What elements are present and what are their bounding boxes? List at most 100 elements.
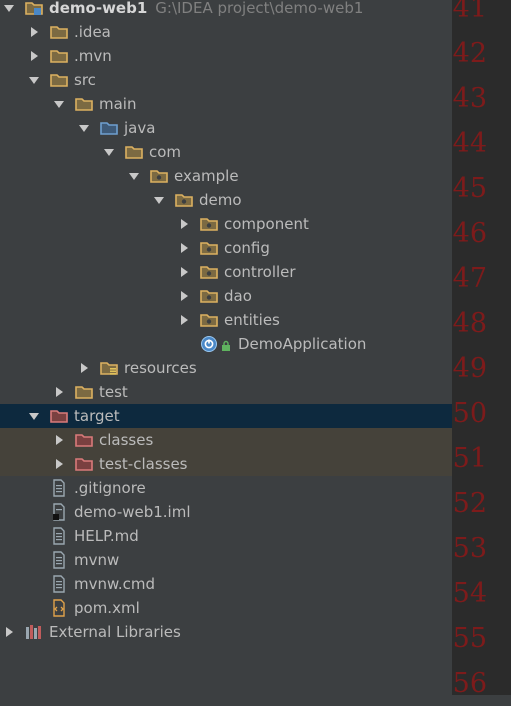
text-file-icon (50, 479, 68, 497)
line-number: 55 (452, 623, 487, 654)
expand-arrow-icon[interactable] (126, 164, 142, 188)
tree-row[interactable]: src (0, 68, 452, 92)
arrow-spacer (26, 572, 42, 596)
arrow-spacer (26, 500, 42, 524)
project-path: G:\IDEA project\demo-web1 (155, 0, 364, 17)
collapse-arrow-icon[interactable] (176, 212, 192, 236)
line-number: 47 (452, 263, 487, 294)
tree-row[interactable]: classes (0, 428, 452, 452)
collapse-arrow-icon[interactable] (176, 308, 192, 332)
expand-arrow-icon[interactable] (51, 92, 67, 116)
tree-row[interactable]: com (0, 140, 452, 164)
arrow-spacer (176, 332, 192, 356)
text-file-icon (50, 551, 68, 569)
editor-gutter: 41 42 43 44 45 46 47 48 49 50 51 52 53 54 55 56 (452, 0, 511, 699)
tree-item-label: demo-web1 (49, 0, 148, 17)
folder-icon (125, 143, 143, 161)
collapse-arrow-icon[interactable] (26, 44, 42, 68)
tree-item-label: main (99, 95, 137, 113)
tree-row[interactable]: .gitignore (0, 476, 452, 500)
collapse-arrow-icon[interactable] (51, 428, 67, 452)
tree-row[interactable]: mvnw (0, 548, 452, 572)
source-folder-icon (100, 119, 118, 137)
tree-row[interactable]: component (0, 212, 452, 236)
tree-row[interactable]: test-classes (0, 452, 452, 476)
expand-arrow-icon[interactable] (1, 0, 17, 20)
xml-file-icon (50, 599, 68, 617)
tree-row[interactable]: DemoApplication (0, 332, 452, 356)
collapse-arrow-icon[interactable] (176, 284, 192, 308)
tree-item-label: controller (224, 263, 296, 281)
tree-item-label: config (224, 239, 270, 257)
tree-row[interactable]: .mvn (0, 44, 452, 68)
folder-icon (75, 95, 93, 113)
tree-item-label: target (74, 407, 120, 425)
text-file-icon (50, 575, 68, 593)
folder-icon (75, 383, 93, 401)
expand-arrow-icon[interactable] (26, 68, 42, 92)
tree-row[interactable]: pom.xml (0, 596, 452, 620)
tree-item-label: test-classes (99, 455, 188, 473)
tree-row[interactable]: demo-web1 G:\IDEA project\demo-web1 (0, 0, 452, 20)
collapse-arrow-icon[interactable] (1, 620, 17, 644)
tree-row[interactable]: HELP.md (0, 524, 452, 548)
expand-arrow-icon[interactable] (151, 188, 167, 212)
line-number: 44 (452, 128, 487, 159)
collapse-arrow-icon[interactable] (51, 452, 67, 476)
resources-folder-icon (100, 359, 118, 377)
package-icon (150, 167, 168, 185)
tree-row[interactable]: External Libraries (0, 620, 452, 644)
text-file-icon (50, 527, 68, 545)
collapse-arrow-icon[interactable] (51, 380, 67, 404)
line-number: 45 (452, 173, 487, 204)
collapse-arrow-icon[interactable] (176, 236, 192, 260)
project-tree[interactable]: demo-web1 G:\IDEA project\demo-web1 .idea.… (0, 0, 452, 695)
tree-row[interactable]: config (0, 236, 452, 260)
package-icon (200, 311, 218, 329)
tree-row[interactable]: java (0, 116, 452, 140)
tree-item-label: DemoApplication (238, 335, 367, 353)
tree-row[interactable]: example (0, 164, 452, 188)
package-icon (200, 215, 218, 233)
tree-row[interactable]: demo (0, 188, 452, 212)
tree-row[interactable]: target (0, 404, 452, 428)
excluded-folder-icon (50, 407, 68, 425)
line-number: 50 (452, 398, 487, 429)
tree-item-label: example (174, 167, 239, 185)
expand-arrow-icon[interactable] (101, 140, 117, 164)
tree-row[interactable]: .idea (0, 20, 452, 44)
tree-row[interactable]: main (0, 92, 452, 116)
line-number: 53 (452, 533, 487, 564)
expand-arrow-icon[interactable] (26, 404, 42, 428)
tree-row[interactable]: test (0, 380, 452, 404)
tree-item-label: External Libraries (49, 623, 181, 641)
tree-item-label: component (224, 215, 309, 233)
tree-row[interactable]: resources (0, 356, 452, 380)
tree-item-label: pom.xml (74, 599, 140, 617)
spring-boot-class-icon (200, 335, 218, 353)
tree-row[interactable]: dao (0, 284, 452, 308)
tree-row[interactable]: mvnw.cmd (0, 572, 452, 596)
tree-item-label: dao (224, 287, 252, 305)
expand-arrow-icon[interactable] (76, 116, 92, 140)
line-number: 41 (452, 0, 487, 24)
excluded-folder-icon (75, 455, 93, 473)
arrow-spacer (26, 476, 42, 500)
package-icon (200, 287, 218, 305)
tree-row[interactable]: entities (0, 308, 452, 332)
collapse-arrow-icon[interactable] (26, 20, 42, 44)
line-number: 51 (452, 443, 487, 474)
arrow-spacer (26, 524, 42, 548)
arrow-spacer (26, 548, 42, 572)
tree-item-label: HELP.md (74, 527, 139, 545)
package-icon (200, 263, 218, 281)
collapse-arrow-icon[interactable] (76, 356, 92, 380)
tree-item-label: .gitignore (74, 479, 146, 497)
tree-item-label: mvnw.cmd (74, 575, 156, 593)
tree-row[interactable]: controller (0, 260, 452, 284)
line-number: 43 (452, 83, 487, 114)
collapse-arrow-icon[interactable] (176, 260, 192, 284)
tree-row[interactable]: demo-web1.iml (0, 500, 452, 524)
library-icon (25, 623, 43, 641)
line-number: 48 (452, 308, 487, 339)
